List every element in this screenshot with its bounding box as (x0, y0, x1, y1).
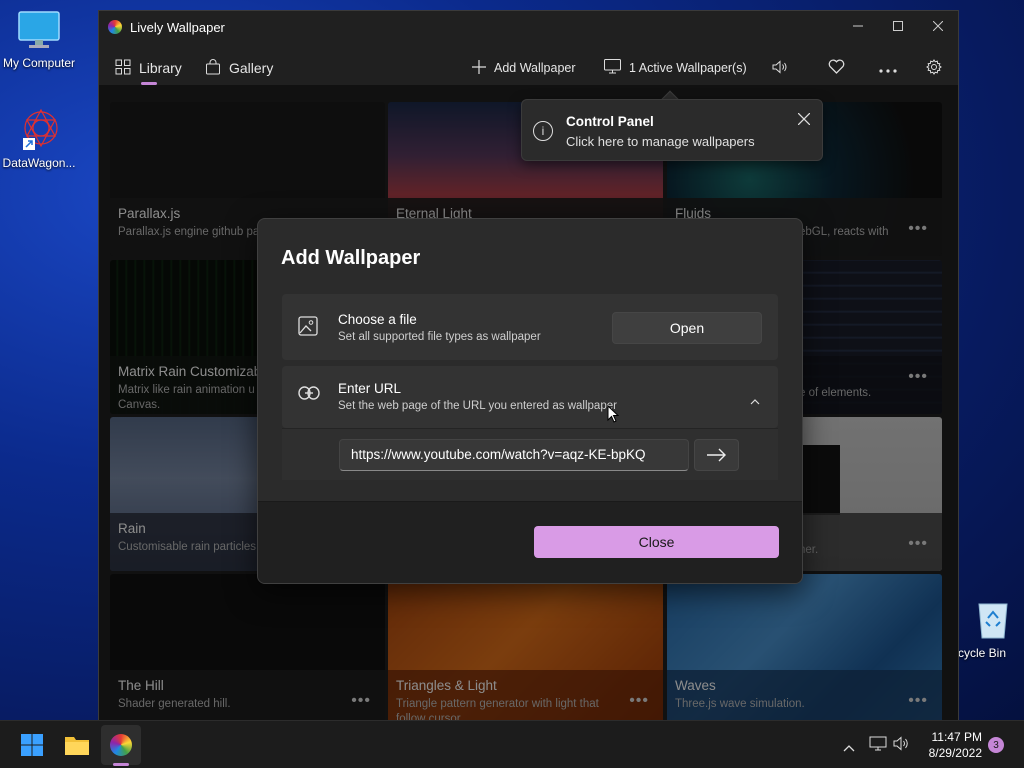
close-window-button[interactable] (918, 11, 958, 41)
gear-icon (926, 58, 942, 78)
info-icon: i (533, 121, 553, 141)
top-navigation: Library Gallery Add Wallpaper 1 Active W… (99, 51, 958, 85)
clock-time: 11:47 PM (931, 730, 982, 744)
more-options-button[interactable] (879, 57, 897, 79)
tab-gallery[interactable]: Gallery (205, 57, 273, 79)
plus-icon (472, 59, 486, 77)
window-title: Lively Wallpaper (130, 19, 225, 35)
dialog-title: Add Wallpaper (281, 247, 421, 269)
control-panel-toast[interactable]: i Control Panel Click here to manage wal… (521, 99, 823, 161)
network-icon[interactable] (869, 736, 887, 756)
image-icon (298, 316, 320, 338)
add-wallpaper-dialog: Add Wallpaper Choose a file Set all supp… (257, 218, 803, 584)
choose-file-title: Choose a file (338, 312, 417, 327)
add-wallpaper-button[interactable]: Add Wallpaper (472, 57, 576, 79)
lively-wallpaper-window: Lively Wallpaper Library Gallery Add Wal… (98, 10, 959, 722)
enter-url-card: Enter URL Set the web page of the URL yo… (282, 366, 778, 428)
heart-icon (828, 59, 845, 77)
windows-logo-icon (21, 734, 43, 756)
shopping-bag-icon (205, 58, 221, 78)
monitor-icon (0, 10, 84, 53)
toast-message: Click here to manage wallpapers (566, 134, 755, 149)
tab-library[interactable]: Library (115, 57, 182, 79)
recycle-bin-icon (958, 598, 1024, 643)
settings-button[interactable] (926, 57, 942, 79)
chevron-up-icon (750, 399, 760, 405)
url-input[interactable]: https://www.youtube.com/watch?v=aqz-KE-b… (339, 439, 689, 471)
enter-url-title: Enter URL (338, 381, 402, 396)
add-wallpaper-label: Add Wallpaper (494, 61, 576, 75)
system-clock[interactable]: 11:47 PM 8/29/2022 (929, 729, 982, 761)
taskbar: 11:47 PM 8/29/2022 3 (0, 720, 1024, 768)
datawagon-icon (0, 106, 84, 153)
desktop-icon-my-computer[interactable]: My Computer (0, 10, 84, 70)
toast-close-button[interactable] (797, 112, 811, 130)
show-hidden-icons-button[interactable] (843, 739, 855, 757)
arrow-right-icon (706, 448, 726, 462)
lively-wallpaper-taskbar-button[interactable] (101, 725, 141, 765)
tab-gallery-label: Gallery (229, 60, 274, 76)
monitor-icon (604, 59, 621, 77)
clock-date: 8/29/2022 (928, 746, 982, 760)
favorites-button[interactable] (828, 57, 845, 79)
submit-url-button[interactable] (694, 439, 739, 471)
lively-app-icon (110, 734, 132, 756)
link-icon (298, 386, 320, 408)
minimize-button[interactable] (838, 11, 878, 41)
choose-file-card: Choose a file Set all supported file typ… (282, 294, 778, 360)
chevron-up-icon (843, 745, 855, 752)
title-bar[interactable]: Lively Wallpaper (99, 11, 958, 43)
toast-title: Control Panel (566, 114, 654, 129)
folder-icon (65, 737, 89, 755)
tab-library-label: Library (139, 60, 182, 76)
collapse-chevron-button[interactable] (750, 392, 760, 410)
maximize-button[interactable] (878, 11, 918, 41)
url-input-row: https://www.youtube.com/watch?v=aqz-KE-b… (282, 428, 778, 480)
volume-button[interactable] (772, 57, 788, 79)
file-explorer-button[interactable] (57, 725, 97, 765)
volume-tray-icon[interactable] (893, 736, 911, 756)
choose-file-description: Set all supported file types as wallpape… (338, 331, 541, 343)
mouse-cursor-icon (607, 404, 620, 428)
close-icon (797, 112, 811, 126)
speaker-icon (772, 59, 788, 77)
enter-url-description: Set the web page of the URL you entered … (338, 400, 617, 412)
open-file-button[interactable]: Open (612, 312, 762, 344)
grid-icon (115, 59, 131, 78)
app-logo-icon (108, 20, 122, 34)
start-button[interactable] (12, 725, 52, 765)
desktop-icon-label: DataWagon... (2, 156, 76, 170)
desktop-icon-datawagon[interactable]: DataWagon... (0, 106, 84, 170)
close-dialog-button[interactable]: Close (534, 526, 779, 558)
active-wallpapers-button[interactable]: 1 Active Wallpaper(s) (604, 57, 747, 79)
active-wallpapers-label: 1 Active Wallpaper(s) (629, 61, 747, 75)
more-horizontal-icon (879, 60, 897, 76)
notification-badge[interactable]: 3 (988, 737, 1004, 753)
running-indicator (113, 763, 129, 766)
dialog-footer: Close (258, 501, 802, 583)
desktop-icon-label: My Computer (2, 56, 76, 70)
